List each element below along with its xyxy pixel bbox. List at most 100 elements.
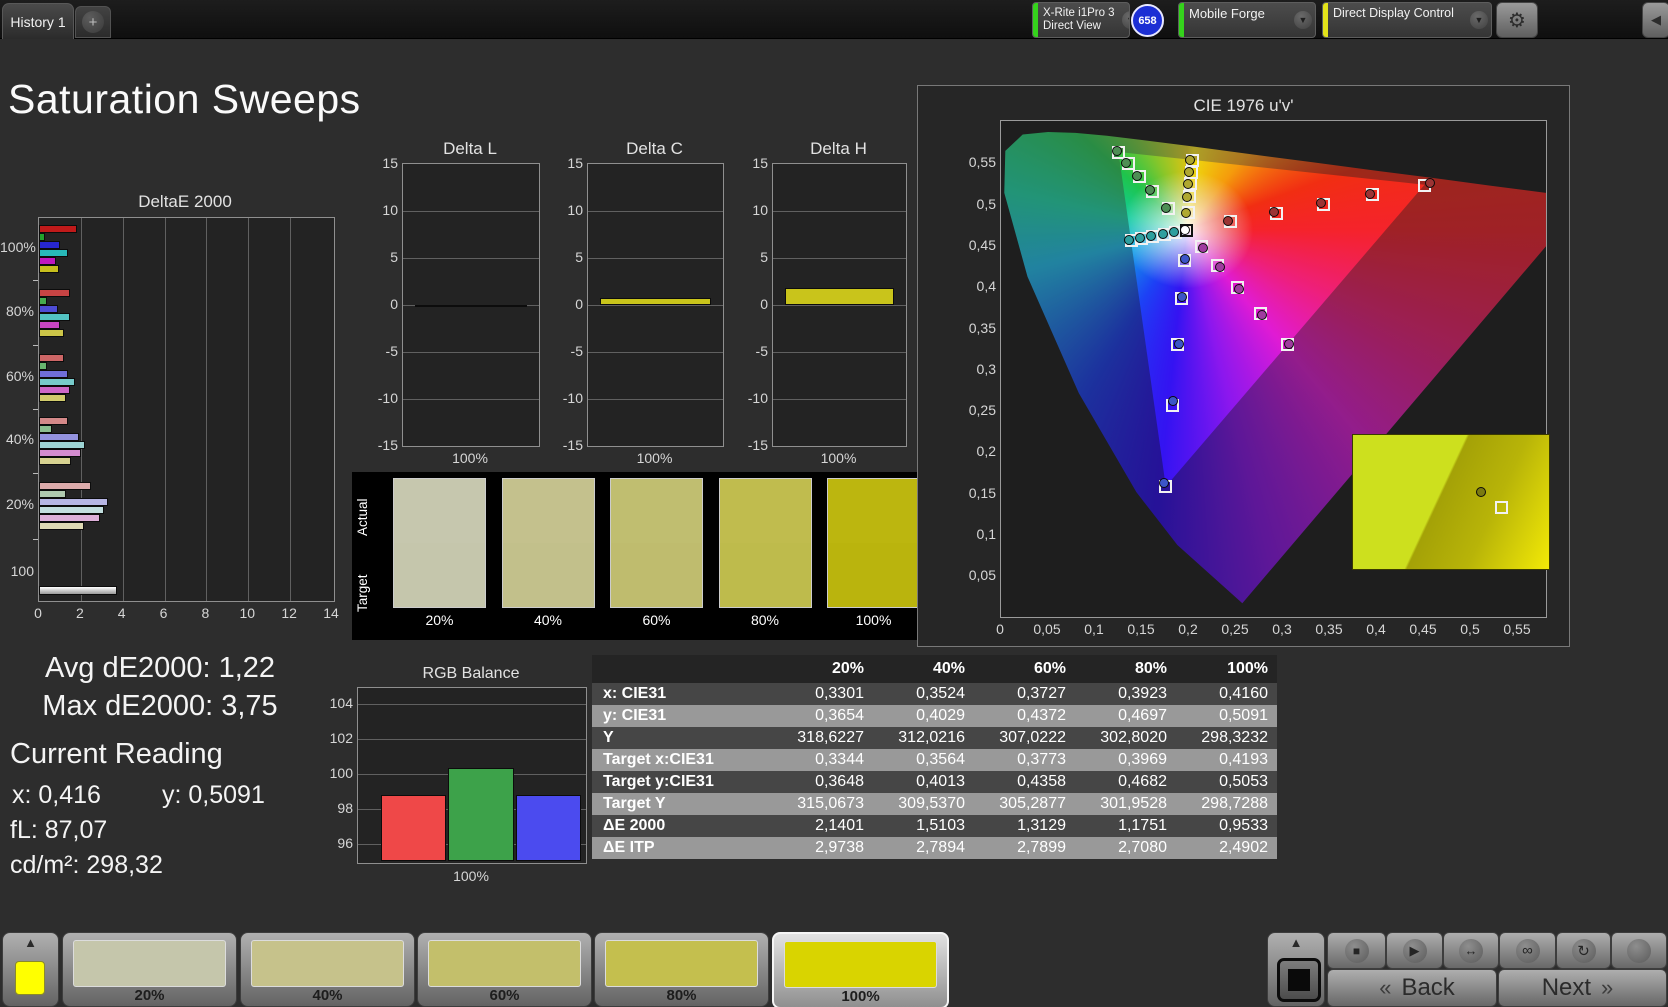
de-bar — [39, 362, 48, 370]
table-cell: 309,5370 — [898, 795, 965, 812]
table-cell: 0,4160 — [1219, 685, 1268, 702]
table-cell: 318,6227 — [797, 729, 864, 746]
display-control-dropdown[interactable]: Direct Display Control ▼ — [1322, 2, 1492, 38]
x-tick-label: 0,3 — [1272, 621, 1292, 637]
measured-point-icon — [1233, 283, 1244, 294]
table-row: ΔE 2000 2,1401 1,5103 1,3129 1,1751 0,9533 — [592, 815, 1277, 837]
de-bar — [39, 249, 69, 257]
tab-history-1[interactable]: History 1 — [2, 3, 74, 39]
y-tick-label: 0 — [390, 296, 398, 312]
table-cell: 301,9528 — [1100, 795, 1167, 812]
patch-button-100%[interactable]: 100% — [772, 932, 949, 1007]
group-label: 40% — [5, 431, 34, 447]
step-button[interactable]: ↔ — [1443, 932, 1499, 969]
table-row: Target Y 315,0673 309,5370 305,2877 301,9528… — [592, 793, 1277, 815]
x-tick-label: 0,05 — [1033, 621, 1061, 637]
next-chevrons-icon: » — [1601, 975, 1614, 1000]
delta-h-chart-title: Delta H — [810, 139, 867, 158]
patch-button-label: 40% — [312, 987, 343, 1004]
target-patch — [394, 543, 485, 607]
infinity-icon: ∞ — [1515, 938, 1540, 963]
gridline — [290, 218, 292, 601]
cie-zoom-inset — [1352, 434, 1550, 570]
source-dropdown[interactable]: Mobile Forge ▼ — [1178, 2, 1316, 38]
gridline — [588, 399, 723, 400]
next-button[interactable]: Next » — [1498, 969, 1667, 1007]
collapse-panel-button[interactable]: ◀ — [1642, 2, 1668, 38]
up-arrow-icon: ▲ — [24, 935, 37, 950]
y-tick-label: 15 — [752, 155, 768, 171]
table-cell: 0,4358 — [1017, 773, 1066, 790]
gridline — [403, 211, 539, 212]
measured-point-icon — [1315, 198, 1326, 209]
gridline — [773, 211, 906, 212]
patch-button-label: 100% — [841, 988, 880, 1005]
table-cell: 0,4682 — [1118, 773, 1167, 790]
chevron-left-icon: ◀ — [1651, 12, 1661, 27]
y-tick-label: 10 — [752, 202, 768, 218]
gridline — [588, 258, 723, 259]
column-header: 20% — [831, 660, 864, 677]
patch-level-label: 20% — [425, 612, 454, 628]
table-cell: 0,5053 — [1219, 773, 1268, 790]
patch-window-icon — [1277, 958, 1321, 1002]
y-tick-label: 0 — [760, 296, 768, 312]
rgb-balance-chart-title: RGB Balance — [422, 665, 520, 682]
measured-point-icon — [1215, 261, 1226, 272]
top-bar: History 1 + X-Rite i1Pro 3 Direct View ▼… — [0, 0, 1668, 39]
patch-button-40%[interactable]: 40% — [240, 932, 415, 1007]
de-bar — [39, 329, 64, 337]
x-axis-label: 100% — [820, 450, 857, 466]
de-bar — [39, 394, 67, 402]
table-cell: 0,4029 — [916, 707, 965, 724]
display-control-label: Direct Display Control — [1333, 6, 1454, 20]
x-axis-label: 100% — [452, 450, 488, 466]
refresh-button[interactable]: ↻ — [1556, 932, 1611, 969]
y-tick-label: -10 — [377, 390, 398, 406]
stop-button[interactable]: ■ — [1327, 932, 1386, 969]
minor-tick — [33, 472, 38, 474]
gridline — [248, 218, 250, 601]
de-bar — [39, 297, 48, 305]
meter-dropdown[interactable]: X-Rite i1Pro 3 Direct View ▼ — [1032, 2, 1130, 38]
de-bar — [39, 386, 71, 394]
table-cell: 1,3129 — [1017, 817, 1066, 834]
y-tick-label: 0,2 — [976, 443, 996, 460]
patch-button-label: 20% — [134, 987, 165, 1004]
y-tick-label: -10 — [747, 390, 768, 406]
row-label: x: CIE31 — [603, 685, 667, 702]
x-tick-label: 0,2 — [1178, 621, 1198, 637]
current-patch-color — [15, 961, 45, 995]
table-cell: 0,4013 — [916, 773, 965, 790]
add-tab-button[interactable]: + — [75, 6, 111, 38]
back-button[interactable]: « Back — [1327, 969, 1497, 1007]
minor-tick — [33, 344, 38, 346]
table-cell: 1,1751 — [1118, 817, 1167, 834]
settings-button[interactable]: ⚙ — [1496, 2, 1538, 38]
table-cell: 305,2877 — [999, 795, 1066, 812]
measured-point-icon — [1283, 338, 1294, 349]
meter-reading-badge[interactable]: 658 — [1131, 4, 1164, 37]
current-x-value: x: 0,416 — [12, 781, 101, 809]
play-button[interactable]: ▶ — [1386, 932, 1443, 969]
actual-patch — [502, 479, 594, 543]
patch-level-label: 80% — [750, 612, 780, 628]
de-bar — [39, 370, 69, 378]
continuous-read-button[interactable]: ∞ — [1499, 932, 1556, 969]
y-tick-label: 0,25 — [968, 402, 996, 419]
patch-button-80%[interactable]: 80% — [594, 932, 769, 1007]
patch-selector-button[interactable]: ▲ — [2, 932, 59, 1007]
minor-tick — [33, 408, 38, 410]
source-label: Mobile Forge — [1189, 6, 1265, 21]
table-cell: 2,9738 — [815, 839, 864, 856]
measured-point-icon — [1180, 224, 1191, 235]
de-bar — [39, 321, 60, 329]
patch-button-60%[interactable]: 60% — [417, 932, 592, 1007]
table-row: Y 318,6227 312,0216 307,0222 302,8020 298,323… — [592, 727, 1277, 749]
measured-point-icon — [1177, 291, 1188, 302]
patch-window-button[interactable]: ▲ — [1267, 932, 1325, 1007]
patch-button-20%[interactable]: 20% — [62, 932, 237, 1007]
de-bar — [39, 498, 109, 506]
record-button[interactable] — [1611, 932, 1667, 969]
column-header: 60% — [1033, 660, 1066, 677]
